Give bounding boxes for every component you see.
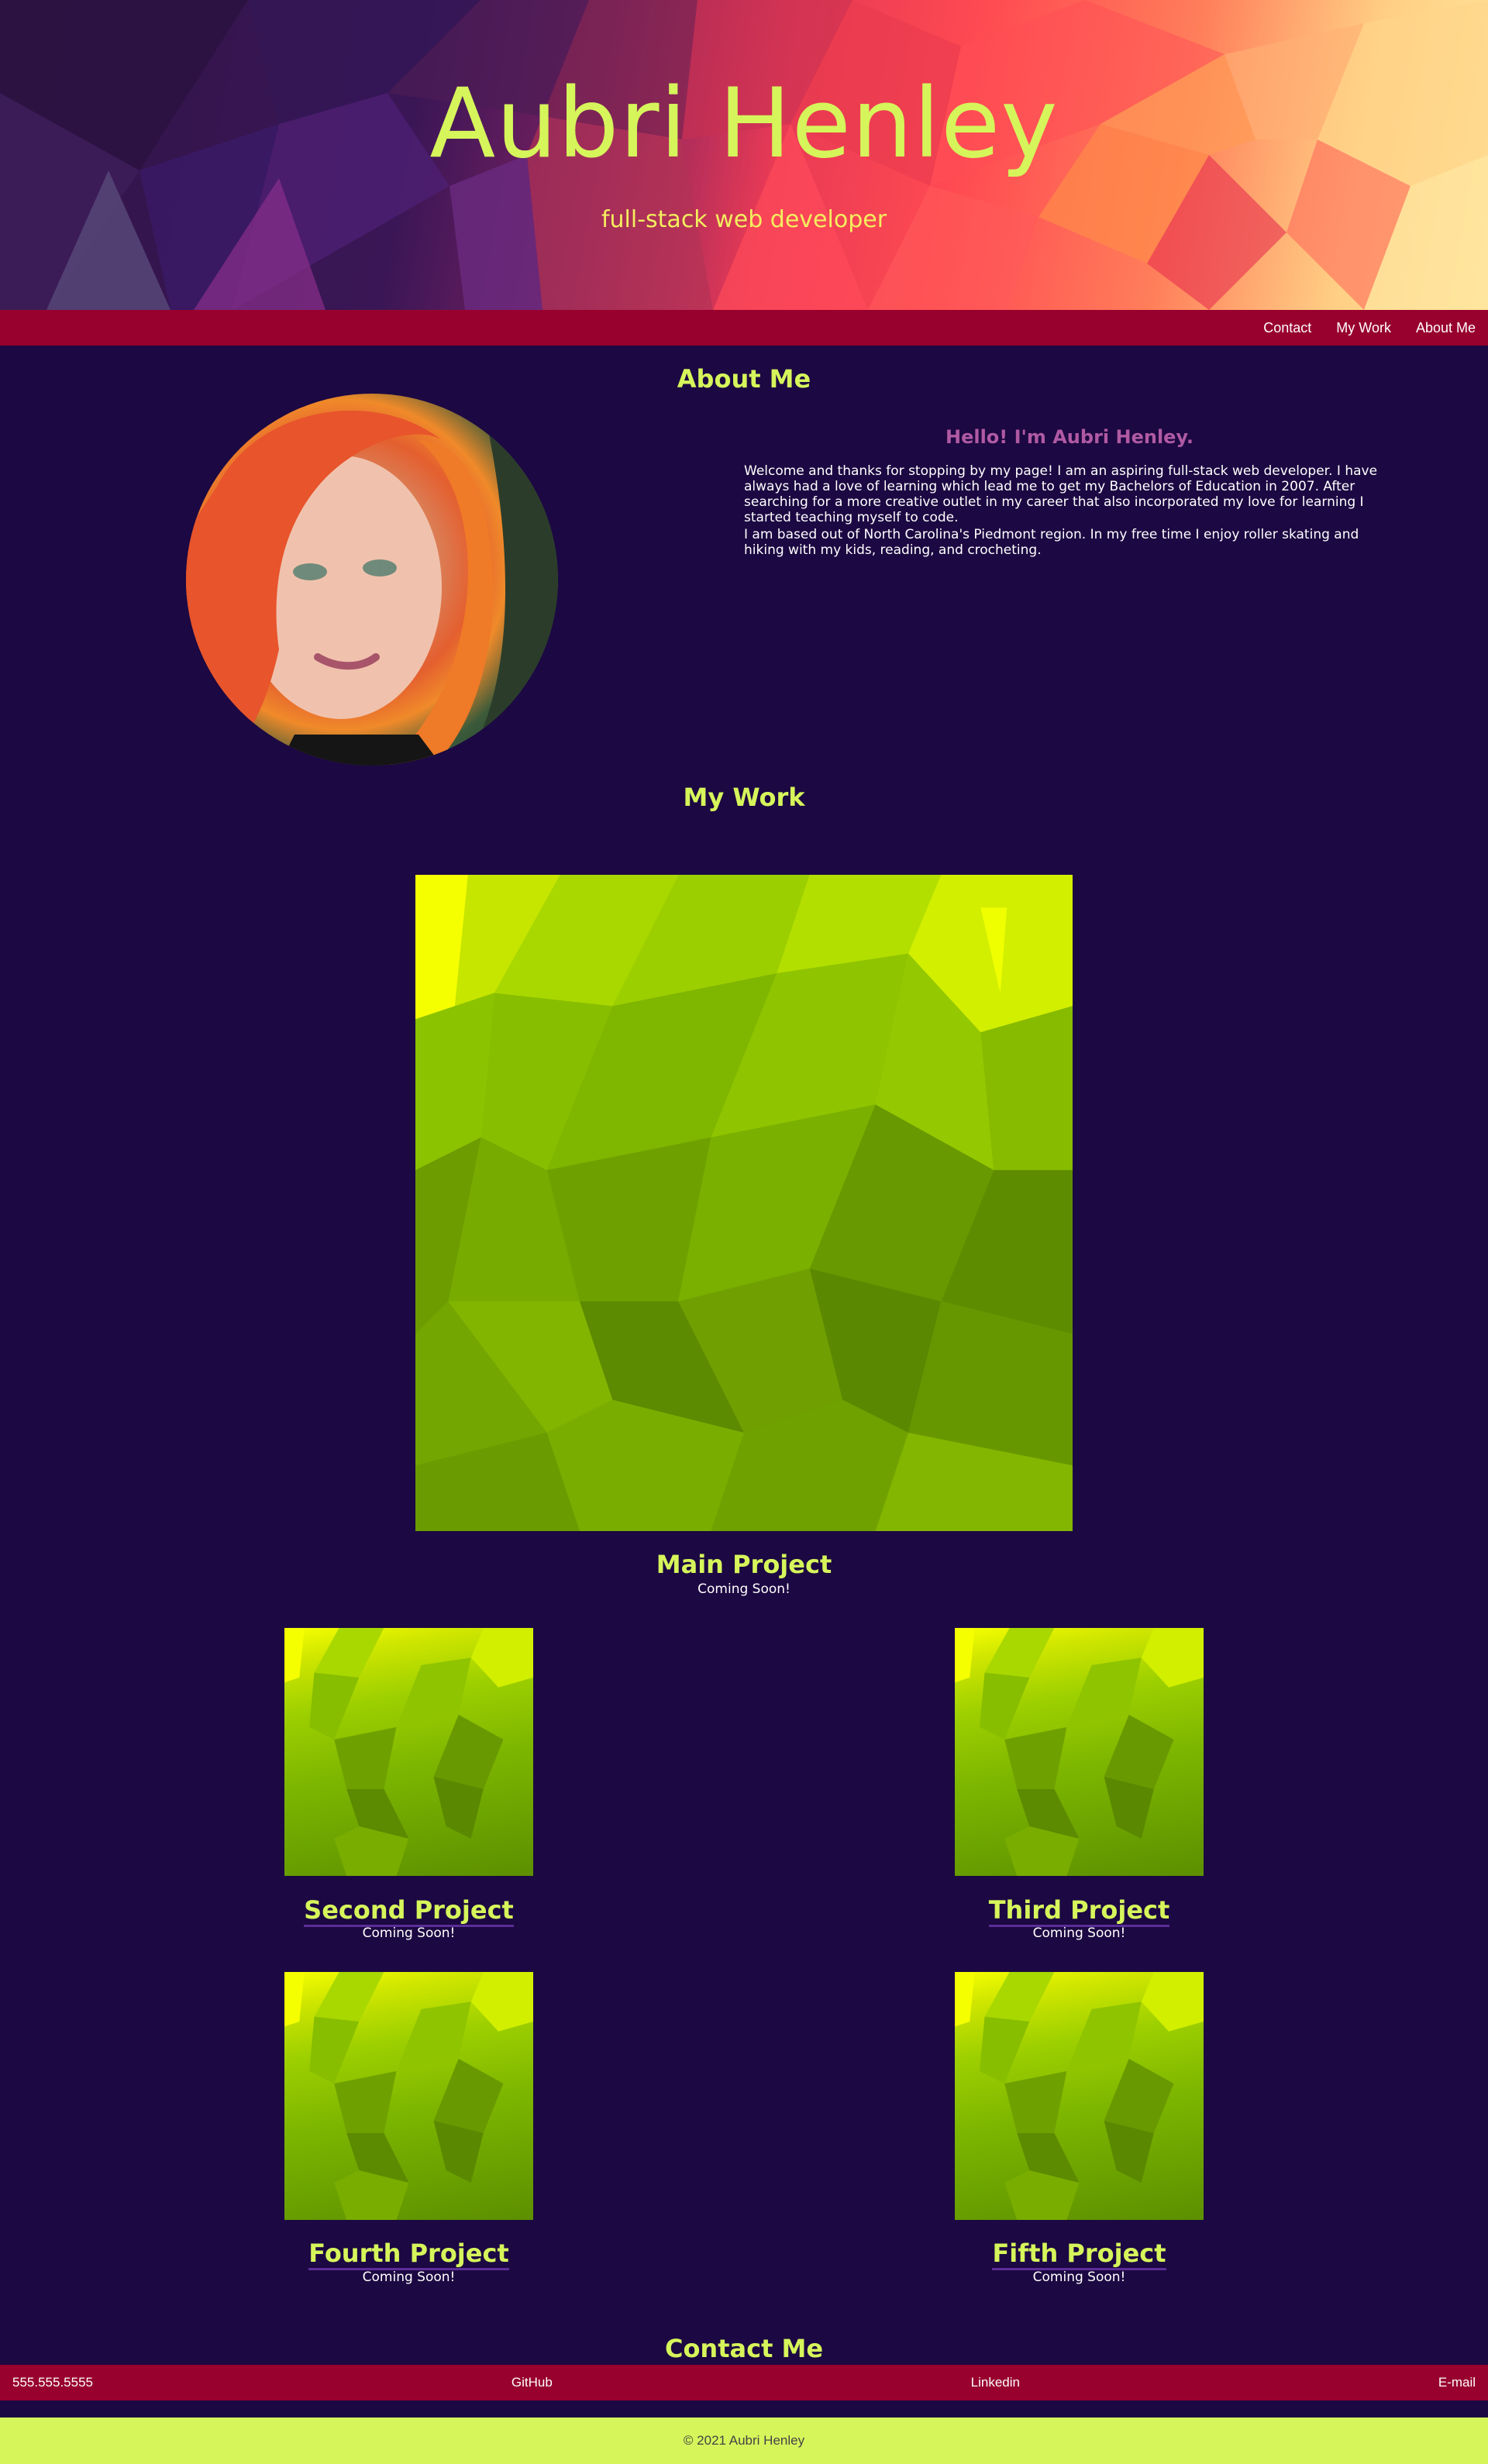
hero-tagline: full-stack web developer <box>601 206 887 233</box>
hero-name: Aubri Henley <box>429 68 1059 180</box>
contact-heading: Contact Me <box>664 2334 824 2363</box>
fourth-project-image[interactable] <box>284 1972 533 2220</box>
contact-email-link[interactable]: E-mail <box>1438 2375 1476 2390</box>
lowpoly-texture <box>284 1628 533 1876</box>
lowpoly-texture <box>955 1628 1204 1876</box>
copyright-text: © 2021 Aubri Henley <box>683 2433 805 2448</box>
third-project-image[interactable] <box>955 1628 1204 1876</box>
third-project-status: Coming Soon! <box>1032 1925 1126 1941</box>
main-project-title[interactable]: Main Project <box>0 1550 1488 1579</box>
lowpoly-texture <box>284 1972 533 2220</box>
my-work-heading: My Work <box>683 783 805 812</box>
footer: © 2021 Aubri Henley <box>0 2418 1488 2464</box>
fifth-project-title[interactable]: Fifth Project <box>955 2239 1204 2270</box>
top-nav: Contact My Work About Me <box>0 310 1488 346</box>
contact-linkedin-link[interactable]: Linkedin <box>971 2375 1020 2390</box>
third-project-title[interactable]: Third Project <box>955 1895 1204 1927</box>
about-paragraph-2: I am based out of North Carolina's Piedm… <box>744 527 1359 558</box>
avatar-photo <box>186 394 558 766</box>
contact-bar: 555.555.5555 GitHub Linkedin E-mail <box>0 2365 1488 2400</box>
avatar <box>186 394 558 766</box>
second-project-title-text[interactable]: Second Project <box>304 1895 514 1927</box>
fifth-project-status: Coming Soon! <box>1032 2270 1126 2285</box>
nav-contact-link[interactable]: Contact <box>1263 320 1311 336</box>
about-paragraph-1: Welcome and thanks for stopping by my pa… <box>744 463 1378 525</box>
about-heading: About Me <box>677 364 811 394</box>
main-project-image[interactable] <box>415 875 1073 1531</box>
lowpoly-texture <box>415 875 1073 1531</box>
second-project-status: Coming Soon! <box>362 1925 456 1941</box>
fifth-project-image[interactable] <box>955 1972 1204 2220</box>
fourth-project-title-text[interactable]: Fourth Project <box>308 2239 509 2270</box>
greeting-heading: Hello! I'm Aubri Henley. <box>945 426 1194 448</box>
fifth-project-title-text[interactable]: Fifth Project <box>992 2239 1166 2270</box>
nav-about-me-link[interactable]: About Me <box>1416 320 1476 336</box>
second-project-title[interactable]: Second Project <box>284 1895 533 1927</box>
third-project-title-text[interactable]: Third Project <box>988 1895 1170 1927</box>
hero-banner: Aubri Henley full-stack web developer <box>0 0 1488 310</box>
fourth-project-status: Coming Soon! <box>362 2270 456 2285</box>
contact-phone-link[interactable]: 555.555.5555 <box>12 2375 93 2390</box>
fourth-project-title[interactable]: Fourth Project <box>284 2239 533 2270</box>
second-project-image[interactable] <box>284 1628 533 1876</box>
main-project-status: Coming Soon! <box>698 1581 790 1597</box>
contact-github-link[interactable]: GitHub <box>512 2375 553 2390</box>
nav-my-work-link[interactable]: My Work <box>1336 320 1391 336</box>
lowpoly-texture <box>955 1972 1204 2220</box>
